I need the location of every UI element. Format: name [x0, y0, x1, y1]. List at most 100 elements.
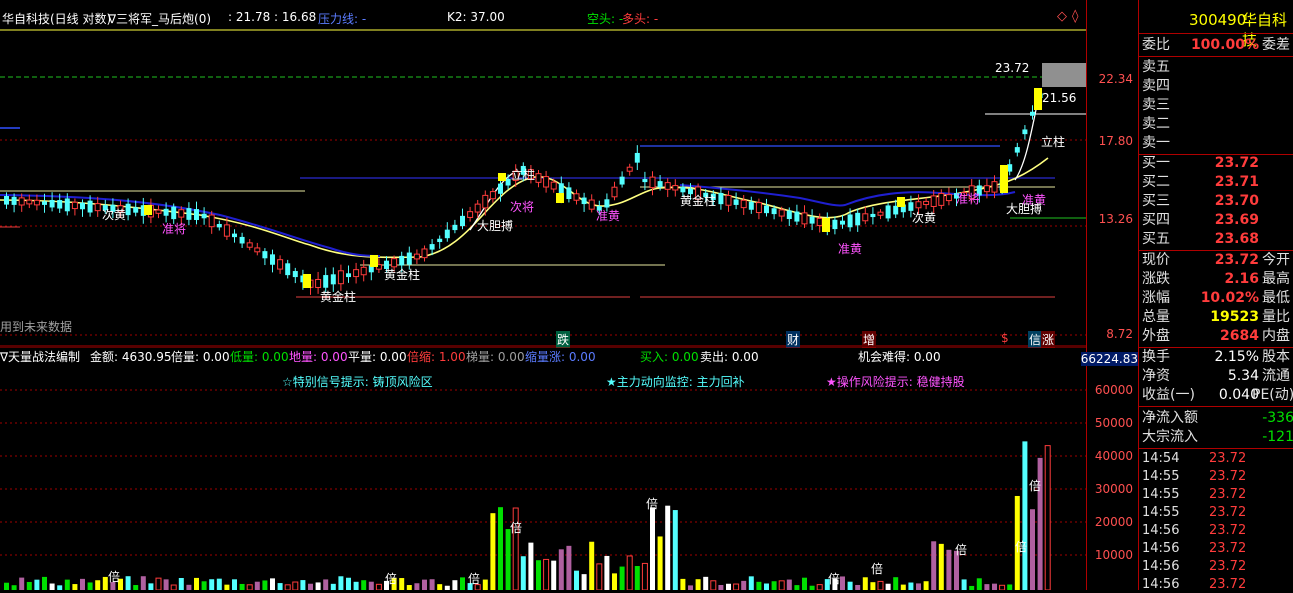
stat2-label2: 流通 — [1262, 368, 1290, 384]
tick-row[interactable]: 14:55 23.72 — [1139, 504, 1293, 522]
volume-bar — [938, 543, 944, 590]
diamond-icon[interactable]: ◇ — [1057, 9, 1067, 24]
stat-label: 外盘 — [1142, 328, 1170, 344]
event-tag[interactable]: 信 — [1028, 331, 1043, 348]
volume-bar — [703, 576, 709, 590]
indicator-name[interactable]: ∇天量战法编制 — [0, 348, 80, 365]
candle-body — [42, 201, 47, 205]
candle-body — [672, 185, 679, 191]
volume-bar — [239, 583, 245, 590]
candle-body — [421, 248, 428, 259]
tick-row[interactable]: 14:55 23.72 — [1139, 468, 1293, 486]
weicha-label: 委差 — [1262, 37, 1290, 53]
candle-body — [80, 202, 85, 210]
volume-bar — [490, 513, 496, 590]
tick-time: 14:56 — [1142, 577, 1180, 590]
candle-body — [938, 192, 945, 206]
annotation-label: 立柱 — [511, 168, 536, 182]
gold-candle — [303, 274, 311, 288]
vol-mark: 倍 — [1029, 479, 1042, 493]
candle-body — [778, 209, 785, 217]
candle-body — [740, 199, 747, 209]
kline-svg[interactable] — [0, 0, 1086, 347]
candle-body — [429, 244, 435, 250]
bid-row[interactable]: 买五 23.68 — [1139, 230, 1293, 249]
tick-row[interactable]: 14:56 23.72 — [1139, 540, 1293, 558]
candle-body — [718, 192, 724, 205]
pressure-line-value: 压力线: - — [318, 12, 367, 26]
candle-body — [983, 185, 990, 193]
tick-row[interactable]: 14:56 23.72 — [1139, 522, 1293, 540]
volume-bar — [718, 584, 724, 590]
stat-value: 10.02% — [1200, 290, 1259, 306]
event-tag[interactable]: 跌 — [556, 331, 571, 348]
bid-row[interactable]: 买三 23.70 — [1139, 192, 1293, 211]
volume-bar — [194, 577, 199, 590]
event-tag[interactable]: $ — [1001, 331, 1009, 345]
volume-bar — [847, 581, 853, 590]
stat-label: 总量 — [1142, 309, 1170, 325]
chance-value: 机会难得: 0.00 — [858, 350, 941, 364]
settings-square-icon[interactable]: ◊ — [1072, 9, 1078, 24]
stat-row: 现价 23.72 今开 — [1139, 251, 1293, 270]
candle-body — [232, 233, 237, 238]
volume-indicator-chart[interactable]: ∇天量战法编制 金额: 4630.95 倍量: 0.00 低量: 0.00 地量… — [0, 346, 1086, 591]
gold-candle — [1034, 88, 1042, 110]
ask-row[interactable]: 卖四 — [1139, 77, 1293, 96]
candle-body — [870, 213, 876, 218]
main-force-text: ★主力动向监控: 主力回补 — [606, 375, 745, 389]
bid-row[interactable]: 买四 23.69 — [1139, 211, 1293, 230]
tick-row[interactable]: 14:54 23.72 — [1139, 450, 1293, 468]
volume-bar — [170, 584, 177, 591]
volume-bar — [885, 583, 891, 590]
main-kline-chart[interactable]: 华自科技(日线 对数) ∇三将军_马后炮(0) : 21.78 : 16.68 … — [0, 0, 1086, 348]
volume-bar — [946, 549, 952, 590]
candle-body — [657, 181, 663, 188]
gold-candle — [144, 205, 152, 215]
ask-label: 卖三 — [1142, 97, 1170, 113]
volume-bar — [931, 541, 937, 590]
gold-candle — [1000, 165, 1008, 193]
volume-bar — [338, 576, 344, 590]
volume-bar — [406, 585, 412, 590]
ask-row[interactable]: 卖二 — [1139, 115, 1293, 134]
volume-bar — [543, 558, 550, 591]
volume-bar — [34, 579, 40, 590]
volume-bar — [399, 578, 405, 590]
volume-bar — [612, 573, 617, 590]
stat-label: 现价 — [1142, 252, 1170, 268]
volume-bar — [551, 560, 557, 590]
flow-label: 净流入额 — [1142, 410, 1198, 426]
indicator-name[interactable]: ∇三将军_马后炮(0) — [108, 10, 211, 27]
volume-bar — [505, 529, 511, 590]
annotation-label: 立柱 — [1041, 135, 1066, 149]
volume-bar — [163, 579, 169, 590]
stock-header[interactable]: 300490 华自科技 — [1139, 10, 1293, 49]
volume-bar — [650, 507, 655, 590]
special-signal-text: ☆特别信号提示: 铸顶风险区 — [282, 375, 433, 389]
volume-bar — [816, 584, 823, 591]
stat-label2: 量比 — [1262, 309, 1290, 325]
volume-bar — [444, 585, 450, 590]
tick-row[interactable]: 14:55 23.72 — [1139, 486, 1293, 504]
tick-row[interactable]: 14:56 23.72 — [1139, 558, 1293, 576]
volume-bar — [155, 577, 162, 591]
volume-tick: 60000 — [1094, 383, 1133, 397]
ask-row[interactable]: 卖五 — [1139, 58, 1293, 77]
volume-bar — [923, 581, 929, 590]
event-tag[interactable]: 涨 — [1041, 331, 1056, 348]
bid-row[interactable]: 买二 23.71 — [1139, 173, 1293, 192]
candle-body — [840, 220, 845, 225]
candle-body — [26, 199, 33, 205]
candle-body — [94, 203, 101, 212]
bid-row[interactable]: 买一 23.72 — [1139, 154, 1293, 173]
ask-row[interactable]: 卖三 — [1139, 96, 1293, 115]
event-tag[interactable]: 增 — [862, 331, 877, 348]
tick-row[interactable]: 14:56 23.72 — [1139, 576, 1293, 590]
volume-axis: 66224.83 60000 50000 40000 30000 20000 1… — [1080, 347, 1139, 590]
divider — [1139, 406, 1293, 407]
ask-label: 卖二 — [1142, 116, 1170, 132]
event-tag[interactable]: 财 — [786, 331, 801, 348]
ping-value: 平量: 0.00 — [348, 350, 407, 364]
ask-row[interactable]: 卖一 — [1139, 134, 1293, 153]
